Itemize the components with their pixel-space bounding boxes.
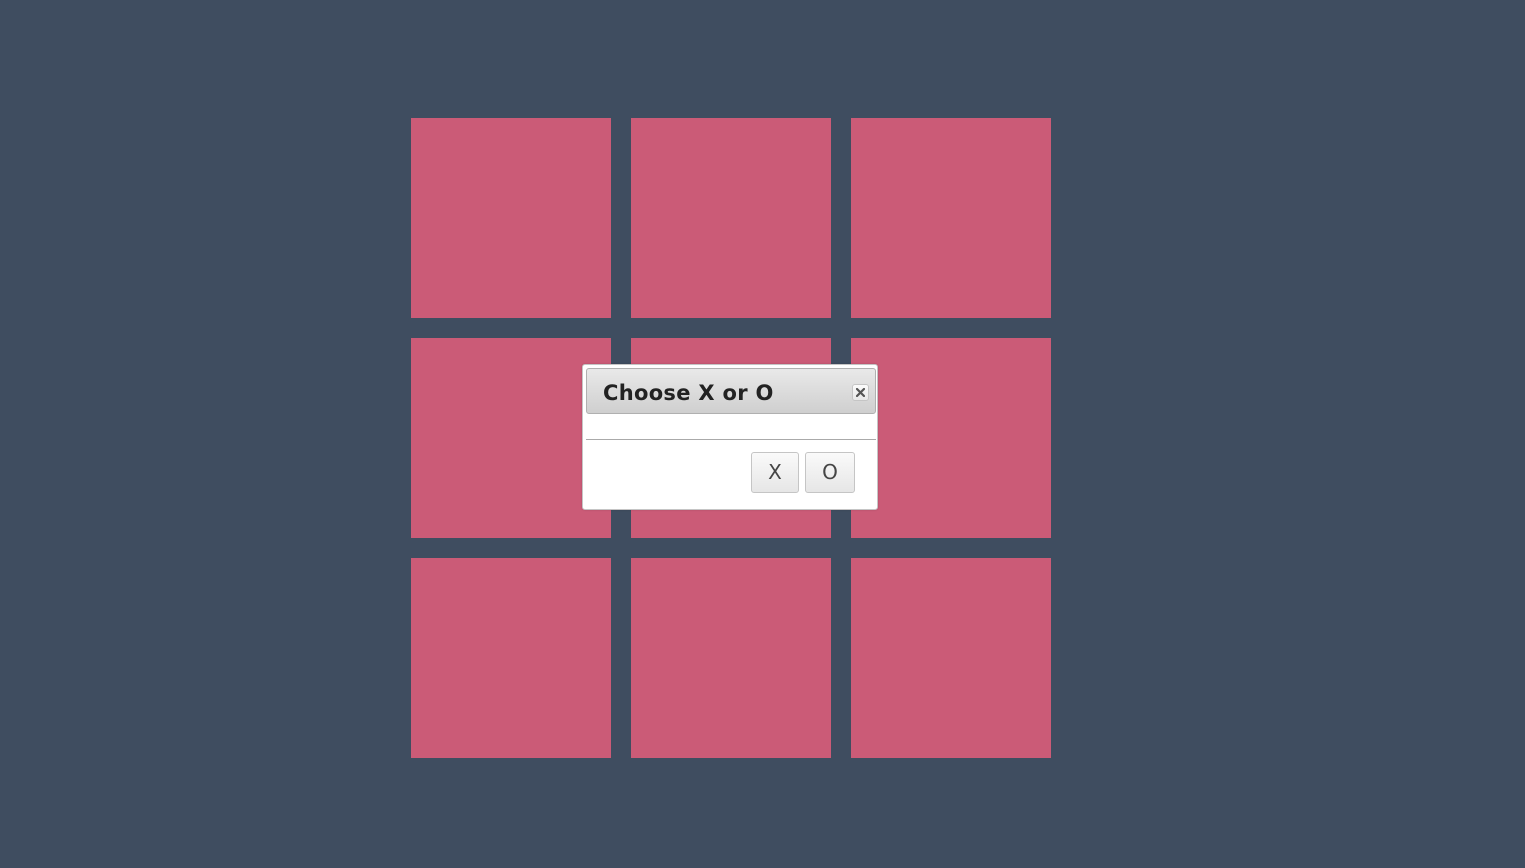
board-cell-8[interactable] — [631, 558, 831, 758]
page-background: Choose X or O X O — [0, 0, 1525, 868]
choose-symbol-dialog: Choose X or O X O — [582, 364, 878, 510]
board-cell-2[interactable] — [631, 118, 831, 318]
board-cell-1[interactable] — [411, 118, 611, 318]
board-cell-7[interactable] — [411, 558, 611, 758]
dialog-titlebar[interactable]: Choose X or O — [586, 368, 876, 414]
board-cell-4[interactable] — [411, 338, 611, 538]
dialog-title: Choose X or O — [603, 381, 774, 405]
close-icon[interactable] — [852, 384, 869, 401]
dialog-content — [586, 414, 876, 440]
close-icon-glyph — [856, 388, 865, 397]
choose-x-button[interactable]: X — [751, 452, 799, 493]
board-cell-6[interactable] — [851, 338, 1051, 538]
board-cell-3[interactable] — [851, 118, 1051, 318]
dialog-button-pane: X O — [586, 439, 876, 506]
board-cell-9[interactable] — [851, 558, 1051, 758]
choose-o-button[interactable]: O — [805, 452, 855, 493]
